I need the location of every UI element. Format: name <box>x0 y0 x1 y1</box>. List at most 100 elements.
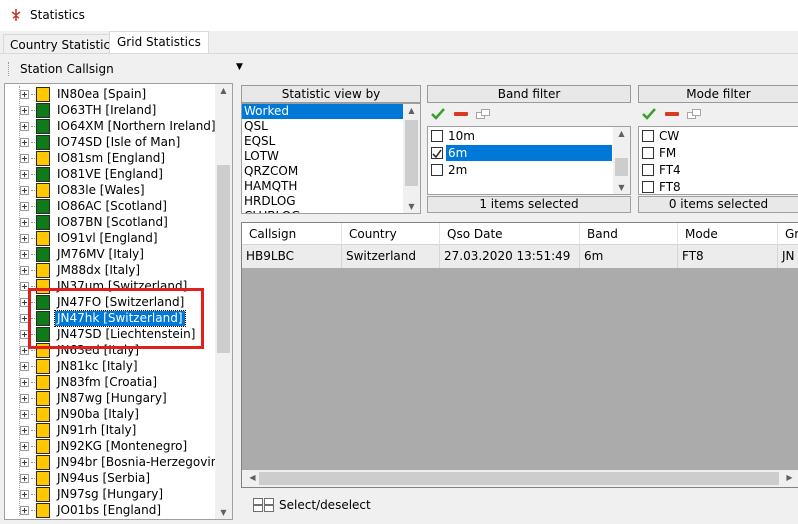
checkbox-label[interactable]: CW <box>657 128 798 144</box>
column-header[interactable]: Country <box>342 223 440 245</box>
expand-icon[interactable] <box>20 234 29 243</box>
expand-icon[interactable] <box>20 410 29 419</box>
tree-item-label[interactable]: JN87wg [Hungary] <box>55 391 169 406</box>
copy-icon[interactable] <box>476 109 490 119</box>
statistic-view-option[interactable]: HRDLOG <box>242 194 405 209</box>
tree-item[interactable]: JO01bs [England] <box>5 502 225 518</box>
expand-icon[interactable] <box>20 474 29 483</box>
tree-item-label[interactable]: JN94us [Serbia] <box>55 471 152 486</box>
checkbox[interactable] <box>642 164 654 176</box>
scroll-down-icon[interactable]: ▼ <box>613 183 630 192</box>
statistic-view-option[interactable]: CLUBLOG <box>242 209 405 213</box>
tree-item[interactable]: JN91rh [Italy] <box>5 422 225 438</box>
tree-item[interactable]: JN94us [Serbia] <box>5 470 225 486</box>
column-header[interactable]: Callsign <box>242 223 342 245</box>
tree-item[interactable]: IN80ea [Spain] <box>5 86 225 102</box>
mode-filter-item[interactable]: FT8 <box>639 178 798 194</box>
tab-country-statistics[interactable]: Country Statistics <box>3 34 124 53</box>
mode-filter-item[interactable]: CW <box>639 127 798 144</box>
tab-grid-statistics[interactable]: Grid Statistics <box>109 31 209 54</box>
tree-item-label[interactable]: JM76MV [Italy] <box>55 247 146 262</box>
tree-item[interactable]: JN83fm [Croatia] <box>5 374 225 390</box>
statistic-view-option[interactable]: LOTW <box>242 149 405 164</box>
statistic-view-option[interactable]: Worked <box>242 104 405 119</box>
tree-item[interactable]: JM88dx [Italy] <box>5 262 225 278</box>
check-all-icon[interactable] <box>642 108 656 120</box>
tree-item-label[interactable]: JN92KG [Montenegro] <box>55 439 189 454</box>
statistic-view-option[interactable]: HAMQTH <box>242 179 405 194</box>
expand-icon[interactable] <box>20 154 29 163</box>
column-header[interactable]: Band <box>580 223 678 245</box>
tree-item[interactable]: JN90ba [Italy] <box>5 406 225 422</box>
mode-filter-item[interactable]: FT4 <box>639 161 798 178</box>
statistic-view-scroll-thumb[interactable] <box>405 120 418 186</box>
tree-item-label[interactable]: JN97sg [Hungary] <box>55 487 165 502</box>
expand-icon[interactable] <box>20 90 29 99</box>
tree-item[interactable]: JN94br [Bosnia-Herzegovina] <box>5 454 230 470</box>
tree-item[interactable]: IO87BN [Scotland] <box>5 214 225 230</box>
tree-item[interactable]: IO86AC [Scotland] <box>5 198 225 214</box>
tree-item-label[interactable]: IO81VE [England] <box>55 167 165 182</box>
checkbox[interactable] <box>431 130 443 142</box>
expand-icon[interactable] <box>20 170 29 179</box>
checkbox[interactable] <box>642 147 654 159</box>
qso-grid[interactable]: Callsign Country Qso Date Band Mode Gr HB9LBC… <box>241 222 798 488</box>
expand-icon[interactable] <box>20 122 29 131</box>
band-filter-item[interactable]: 2m <box>428 161 614 178</box>
expand-icon[interactable] <box>20 442 29 451</box>
tree-item-label[interactable]: JM88dx [Italy] <box>55 263 142 278</box>
tree-item[interactable]: JN97sg [Hungary] <box>5 486 225 502</box>
checkbox-label[interactable]: FM <box>657 145 798 161</box>
expand-icon[interactable] <box>20 394 29 403</box>
table-row[interactable]: HB9LBC Switzerland 27.03.2020 13:51:49 6m FT… <box>242 245 798 268</box>
tree-item-label[interactable]: IO63TH [Ireland] <box>55 103 158 118</box>
column-header[interactable]: Mode <box>678 223 778 245</box>
tree-item[interactable]: JN81kc [Italy] <box>5 358 225 374</box>
station-callsign-dropdown[interactable]: Station Callsign <box>20 62 114 76</box>
expand-icon[interactable] <box>20 250 29 259</box>
tree-item-label[interactable]: JN81kc [Italy] <box>55 359 140 374</box>
toolbar-grip[interactable] <box>8 62 10 76</box>
tree-item-label[interactable]: IO91vl [England] <box>55 231 160 246</box>
scroll-down-icon[interactable]: ▼ <box>403 202 420 211</box>
expand-icon[interactable] <box>20 138 29 147</box>
tree-item-label[interactable]: IO81sm [England] <box>55 151 167 166</box>
tree-scroll-thumb[interactable] <box>217 165 230 353</box>
mode-filter-list[interactable]: CW FM FT4 FT8 <box>638 126 798 195</box>
tree-item-label[interactable]: JO01bs [England] <box>55 503 163 518</box>
checkbox-label[interactable]: FT8 <box>657 179 798 194</box>
tree-item-label[interactable]: IO83le [Wales] <box>55 183 147 198</box>
expand-icon[interactable] <box>20 186 29 195</box>
column-header[interactable]: Qso Date <box>440 223 580 245</box>
expand-icon[interactable] <box>20 506 29 515</box>
checkbox-label[interactable]: 6m <box>446 145 612 161</box>
tree-item-label[interactable]: IN80ea [Spain] <box>55 87 148 102</box>
uncheck-all-icon[interactable] <box>665 112 679 116</box>
tree-item[interactable]: IO81VE [England] <box>5 166 225 182</box>
statistic-view-option[interactable]: QSL <box>242 119 405 134</box>
checkbox-label[interactable]: 10m <box>446 128 612 144</box>
expand-icon[interactable] <box>20 426 29 435</box>
tree-item-label[interactable]: IO87BN [Scotland] <box>55 215 170 230</box>
tree-item-label[interactable]: IO86AC [Scotland] <box>55 199 169 214</box>
select-deselect-button[interactable]: Select/deselect <box>279 498 371 512</box>
tree-item[interactable]: IO63TH [Ireland] <box>5 102 225 118</box>
mode-filter-item[interactable]: FM <box>639 144 798 161</box>
tree-item[interactable]: IO64XM [Northern Ireland] <box>5 118 225 134</box>
checkbox-label[interactable]: 2m <box>446 162 612 178</box>
expand-icon[interactable] <box>20 362 29 371</box>
tree-item[interactable]: IO81sm [England] <box>5 150 225 166</box>
band-filter-item[interactable]: 10m <box>428 127 614 144</box>
expand-icon[interactable] <box>20 490 29 499</box>
scroll-up-icon[interactable]: ▲ <box>613 129 630 138</box>
copy-icon[interactable] <box>687 109 701 119</box>
column-header[interactable]: Gr <box>778 223 798 245</box>
expand-icon[interactable] <box>20 458 29 467</box>
expand-icon[interactable] <box>20 218 29 227</box>
band-filter-list[interactable]: 10m 6m 2m <box>427 126 631 195</box>
band-filter-item[interactable]: 6m <box>428 144 614 161</box>
scroll-up-icon[interactable]: ▲ <box>403 106 420 115</box>
uncheck-all-icon[interactable] <box>454 112 468 116</box>
scroll-down-icon[interactable]: ▼ <box>215 508 232 517</box>
statistic-view-option[interactable]: EQSL <box>242 134 405 149</box>
